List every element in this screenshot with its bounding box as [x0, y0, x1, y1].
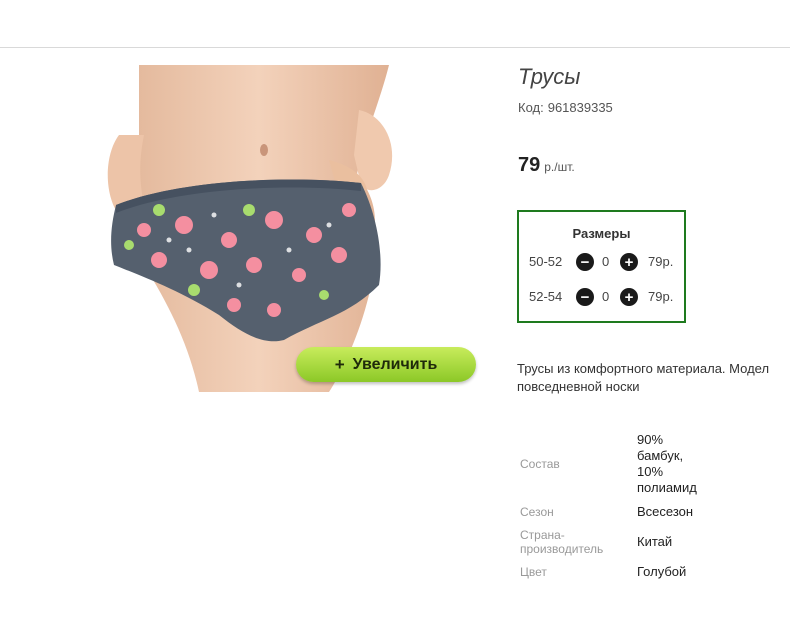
increase-quantity-button[interactable]: + — [620, 288, 638, 306]
product-code: Код: 961839335 — [518, 100, 613, 115]
decrease-quantity-button[interactable]: − — [576, 288, 594, 306]
price-unit: р./шт. — [544, 160, 575, 174]
spec-label-color: Цвет — [520, 565, 547, 579]
composition-line: полиамид — [637, 480, 697, 495]
quantity-value[interactable]: 0 — [602, 254, 609, 269]
sizes-panel: Размеры 50-52 − 0 + 79р. 52-54 − 0 + 79р… — [517, 210, 686, 323]
composition-line: 90% — [637, 432, 664, 447]
product-photo[interactable] — [99, 65, 436, 392]
zoom-button-label: Увеличить — [352, 355, 438, 373]
spec-value-season: Всесезон — [637, 504, 694, 519]
spec-value-composition: 90% бамбук, 10% полиамид — [637, 432, 697, 496]
composition-line: 10% — [637, 464, 664, 479]
size-row: 52-54 − 0 + 79р. — [529, 287, 679, 307]
product-description: Трусы из комфортного материала. Модел по… — [517, 360, 790, 396]
increase-quantity-button[interactable]: + — [620, 253, 638, 271]
size-row: 50-52 − 0 + 79р. — [529, 252, 679, 272]
plus-icon: + — [624, 288, 634, 306]
minus-icon: − — [580, 253, 590, 271]
sizes-title: Размеры — [572, 226, 631, 241]
description-line: Трусы из комфортного материала. Модел — [517, 361, 770, 376]
decrease-quantity-button[interactable]: − — [576, 253, 594, 271]
plus-icon: + — [334, 354, 345, 374]
spec-label-season: Сезон — [520, 505, 554, 519]
product-title: Трусы — [518, 64, 581, 89]
size-price: 79р. — [648, 254, 674, 269]
spec-label-country: Страна- производитель — [520, 528, 603, 556]
product-code-value: 961839335 — [547, 100, 613, 115]
composition-line: бамбук, — [637, 448, 684, 463]
size-label: 50-52 — [529, 254, 563, 269]
quantity-value[interactable]: 0 — [602, 289, 609, 304]
product-price: 79 р./шт. — [518, 154, 575, 177]
spec-label-composition: Состав — [520, 457, 560, 471]
zoom-button[interactable]: + Увеличить — [296, 347, 476, 382]
minus-icon: − — [580, 288, 590, 306]
plus-icon: + — [624, 253, 634, 271]
size-label: 52-54 — [529, 289, 563, 304]
country-label-line: Страна- — [520, 528, 565, 542]
size-price: 79р. — [648, 289, 674, 304]
spec-value-color: Голубой — [637, 564, 687, 579]
description-line: повседневной носки — [517, 379, 640, 394]
spec-value-country: Китай — [637, 534, 673, 549]
country-label-line: производитель — [520, 542, 604, 556]
header-divider — [0, 47, 790, 48]
product-photo-illustration — [107, 65, 393, 392]
price-value: 79 — [518, 154, 541, 176]
product-code-label: Код: — [518, 100, 544, 115]
